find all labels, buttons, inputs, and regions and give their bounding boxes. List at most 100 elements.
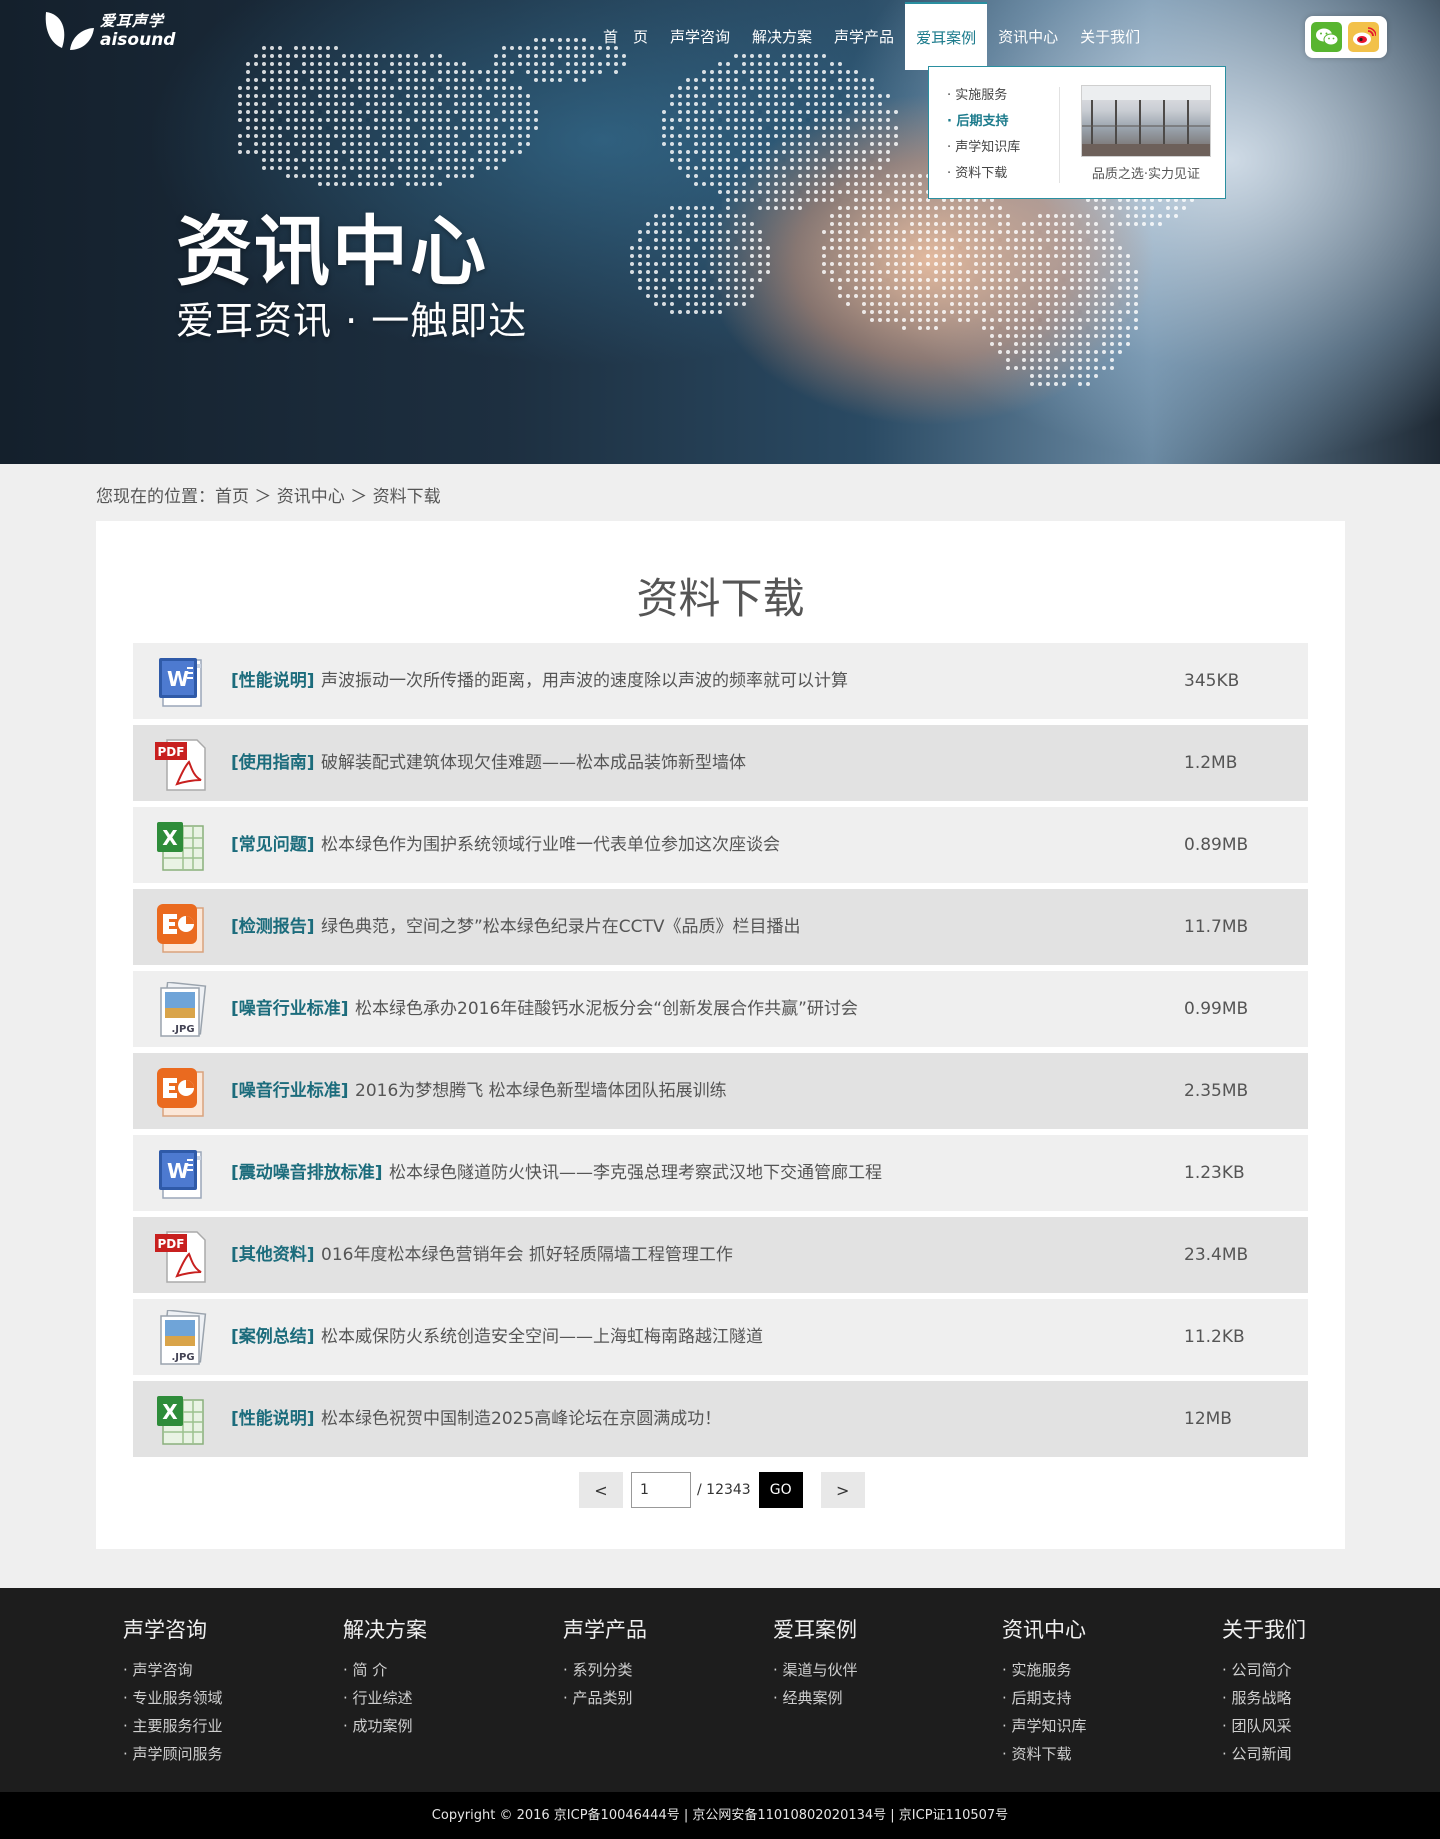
- jpg-file-icon: .JPG: [153, 1309, 209, 1366]
- footer-link[interactable]: · 声学顾问服务: [123, 1740, 223, 1768]
- file-title[interactable]: 声波振动一次所传播的距离，用声波的速度除以声波的频率就可以计算: [321, 643, 848, 719]
- svg-text:X: X: [162, 826, 178, 850]
- file-title[interactable]: 破解装配式建筑体现欠佳难题——松本成品装饰新型墙体: [321, 725, 746, 801]
- nav-consulting[interactable]: 声学咨询: [659, 0, 741, 72]
- nav-products[interactable]: 声学产品: [823, 0, 905, 72]
- file-title[interactable]: 松本绿色承办2016年硅酸钙水泥板分会“创新发展合作共赢”研讨会: [355, 971, 858, 1047]
- excel-file-icon: X: [153, 1392, 209, 1448]
- file-category: [使用指南]: [231, 753, 315, 773]
- file-category: [噪音行业标准]: [231, 999, 349, 1019]
- nav-news[interactable]: 资讯中心: [987, 0, 1069, 72]
- nav-solutions[interactable]: 解决方案: [741, 0, 823, 72]
- file-size: 23.4MB: [1184, 1245, 1249, 1265]
- footer-link[interactable]: · 渠道与伙伴: [773, 1656, 858, 1684]
- download-row[interactable]: X [常见问题] 松本绿色作为围护系统领域行业唯一代表单位参加这次座谈会 0.8…: [133, 807, 1308, 883]
- file-category: [噪音行业标准]: [231, 1081, 349, 1101]
- dropdown-item-support[interactable]: · 后期支持: [947, 109, 1020, 135]
- footer-link[interactable]: · 服务战略: [1222, 1684, 1306, 1712]
- dropdown-thumbnail[interactable]: [1081, 85, 1211, 157]
- footer-link[interactable]: · 主要服务行业: [123, 1712, 223, 1740]
- dropdown-item-knowledge[interactable]: · 声学知识库: [947, 135, 1020, 161]
- breadcrumb: 您现在的位置：首页 ＞ 资讯中心 ＞ 资料下载: [96, 487, 441, 507]
- leaf-logo-icon: [45, 12, 94, 50]
- file-category: [常见问题]: [231, 835, 315, 855]
- download-row[interactable]: [检测报告] 绿色典范，空间之梦”松本绿色纪录片在CCTV《品质》栏目播出 11…: [133, 889, 1308, 965]
- download-row[interactable]: X [性能说明] 松本绿色祝贺中国制造2025高峰论坛在京圆满成功！ 12MB: [133, 1381, 1308, 1457]
- footer-col-title[interactable]: 资讯中心: [1002, 1614, 1087, 1644]
- file-size: 12MB: [1184, 1409, 1232, 1429]
- footer-col-about: 关于我们 · 公司简介 · 服务战略 · 团队风采 · 公司新闻: [1222, 1614, 1306, 1768]
- dropdown-item-implementation[interactable]: · 实施服务: [947, 83, 1020, 109]
- hero-subtitle: 爱耳资讯 · 一触即达: [176, 299, 528, 343]
- download-panel: 资料下载 W [性能说明] 声波振动一次所传播的距离，用声波的速度除以声波的频率…: [96, 521, 1345, 1549]
- download-row[interactable]: PDF [其他资料] 016年度松本绿色营销年会 抓好轻质隔墙工程管理工作 23…: [133, 1217, 1308, 1293]
- file-title[interactable]: 松本绿色作为围护系统领域行业唯一代表单位参加这次座谈会: [321, 807, 780, 883]
- excel-file-icon: X: [153, 818, 209, 874]
- page-title: 资料下载: [636, 574, 805, 623]
- download-list: W [性能说明] 声波振动一次所传播的距离，用声波的速度除以声波的频率就可以计算…: [133, 643, 1308, 1463]
- file-category: [性能说明]: [231, 1409, 315, 1429]
- weibo-icon[interactable]: [1348, 22, 1379, 52]
- dropdown-divider: [1059, 87, 1060, 183]
- download-row[interactable]: PDF [使用指南] 破解装配式建筑体现欠佳难题——松本成品装饰新型墙体 1.2…: [133, 725, 1308, 801]
- file-title[interactable]: 绿色典范，空间之梦”松本绿色纪录片在CCTV《品质》栏目播出: [321, 889, 801, 965]
- file-size: 1.2MB: [1184, 753, 1238, 773]
- page-number-input[interactable]: [631, 1472, 691, 1508]
- main-nav: 首 页 声学咨询 解决方案 声学产品 爱耳案例 资讯中心 关于我们: [592, 0, 1151, 72]
- footer-link[interactable]: · 声学知识库: [1002, 1712, 1087, 1740]
- dropdown-item-downloads[interactable]: · 资料下载: [947, 161, 1020, 187]
- footer-link[interactable]: · 实施服务: [1002, 1656, 1087, 1684]
- footer-link[interactable]: · 经典案例: [773, 1684, 858, 1712]
- ppt-file-icon: [153, 1064, 209, 1120]
- pdf-file-icon: PDF: [153, 736, 209, 792]
- download-row[interactable]: W [性能说明] 声波振动一次所传播的距离，用声波的速度除以声波的频率就可以计算…: [133, 643, 1308, 719]
- footer-col-products: 声学产品 · 系列分类 · 产品类别: [563, 1614, 647, 1712]
- footer-link[interactable]: · 系列分类: [563, 1656, 647, 1684]
- nav-home[interactable]: 首 页: [592, 0, 659, 72]
- footer-col-title[interactable]: 关于我们: [1222, 1614, 1306, 1644]
- nav-cases[interactable]: 爱耳案例: [905, 2, 988, 70]
- download-row[interactable]: W [震动噪音排放标准] 松本绿色隧道防火快讯——李克强总理考察武汉地下交通管廊…: [133, 1135, 1308, 1211]
- footer-link[interactable]: · 简 介: [343, 1656, 427, 1684]
- footer-link[interactable]: · 资料下载: [1002, 1740, 1087, 1768]
- social-links: [1305, 16, 1387, 58]
- download-row[interactable]: .JPG [噪音行业标准] 松本绿色承办2016年硅酸钙水泥板分会“创新发展合作…: [133, 971, 1308, 1047]
- copyright-bar: Copyright © 2016 京ICP备10046444号 | 京公网安备1…: [0, 1792, 1440, 1839]
- nav-about[interactable]: 关于我们: [1069, 0, 1151, 72]
- footer-col-title[interactable]: 解决方案: [343, 1614, 427, 1644]
- wechat-icon[interactable]: [1311, 22, 1342, 52]
- footer-link[interactable]: · 行业综述: [343, 1684, 427, 1712]
- footer-link[interactable]: · 公司新闻: [1222, 1740, 1306, 1768]
- hero-title: 资讯中心: [176, 207, 488, 296]
- file-title[interactable]: 016年度松本绿色营销年会 抓好轻质隔墙工程管理工作: [321, 1217, 733, 1293]
- footer-link[interactable]: · 专业服务领域: [123, 1684, 223, 1712]
- download-row[interactable]: .JPG [案例总结] 松本威保防火系统创造安全空间——上海虹梅南路越江隧道 1…: [133, 1299, 1308, 1375]
- svg-text:W: W: [167, 1159, 189, 1183]
- prev-page-button[interactable]: <: [579, 1472, 623, 1508]
- svg-text:X: X: [162, 1400, 178, 1424]
- footer-link[interactable]: · 后期支持: [1002, 1684, 1087, 1712]
- footer-col-title[interactable]: 声学产品: [563, 1614, 647, 1644]
- file-title[interactable]: 松本绿色祝贺中国制造2025高峰论坛在京圆满成功！: [321, 1381, 721, 1457]
- file-size: 345KB: [1184, 671, 1240, 691]
- footer-col-title[interactable]: 声学咨询: [123, 1614, 223, 1644]
- footer-link[interactable]: · 声学咨询: [123, 1656, 223, 1684]
- footer-link[interactable]: · 产品类别: [563, 1684, 647, 1712]
- footer-link[interactable]: · 团队风采: [1222, 1712, 1306, 1740]
- go-button[interactable]: GO: [758, 1472, 803, 1508]
- file-title[interactable]: 松本绿色隧道防火快讯——李克强总理考察武汉地下交通管廊工程: [389, 1135, 882, 1211]
- file-title[interactable]: 2016为梦想腾飞 松本绿色新型墙体团队拓展训练: [355, 1053, 727, 1129]
- footer-link[interactable]: · 成功案例: [343, 1712, 427, 1740]
- site-logo[interactable]: 爱耳声学 aisound: [42, 8, 182, 54]
- download-row[interactable]: [噪音行业标准] 2016为梦想腾飞 松本绿色新型墙体团队拓展训练 2.35MB: [133, 1053, 1308, 1129]
- footer-col-consulting: 声学咨询 · 声学咨询 · 专业服务领域 · 主要服务行业 · 声学顾问服务: [123, 1614, 223, 1768]
- footer-col-title[interactable]: 爱耳案例: [773, 1614, 858, 1644]
- footer-link[interactable]: · 公司简介: [1222, 1656, 1306, 1684]
- next-page-button[interactable]: >: [820, 1472, 865, 1508]
- hero-banner: 爱耳声学 aisound 首 页 声学咨询 解决方案 声学产品 爱耳案例 资讯中…: [0, 0, 1440, 464]
- svg-text:PDF: PDF: [158, 1237, 185, 1251]
- file-size: 0.89MB: [1184, 835, 1249, 855]
- footer-col-cases: 爱耳案例 · 渠道与伙伴 · 经典案例: [773, 1614, 858, 1712]
- logo-name-cn: 爱耳声学: [100, 12, 165, 30]
- file-title[interactable]: 松本威保防火系统创造安全空间——上海虹梅南路越江隧道: [321, 1299, 763, 1375]
